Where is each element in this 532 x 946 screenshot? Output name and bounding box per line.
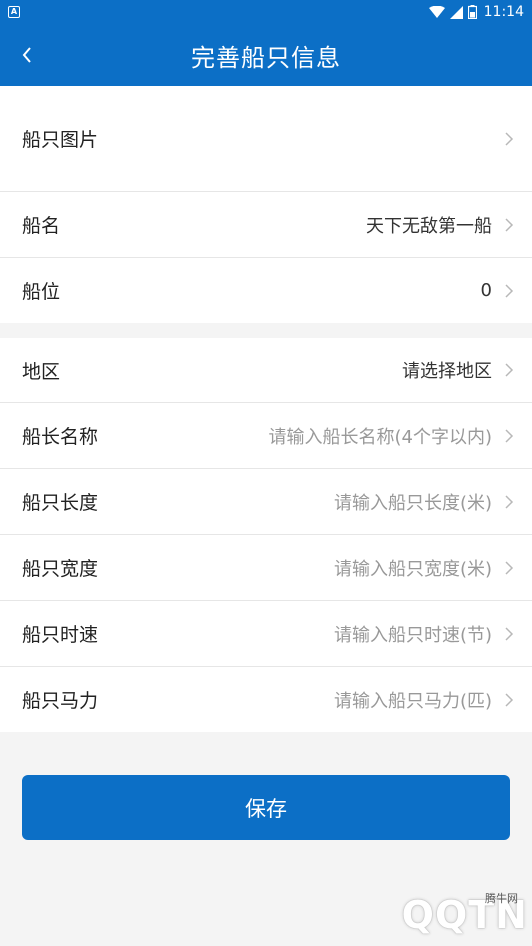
basic-info-section: 船名 天下无敌第一船 船位 0 (0, 191, 532, 323)
ship-speed-input[interactable]: 请输入船只时速(节) (334, 621, 492, 647)
row-ship-name[interactable]: 船名 天下无敌第一船 (0, 192, 532, 258)
row-ship-width[interactable]: 船只宽度 请输入船只宽度(米) (0, 535, 532, 601)
details-section: 地区 请选择地区 船长名称 请输入船长名称(4个字以内) 船只长度 请输入船只长… (0, 338, 532, 732)
row-label: 船长名称 (22, 426, 99, 448)
row-ship-speed[interactable]: 船只时速 请输入船只时速(节) (0, 601, 532, 667)
region-value: 请选择地区 (402, 361, 492, 382)
row-region[interactable]: 地区 请选择地区 (0, 338, 532, 403)
back-arrow-icon (22, 47, 31, 63)
row-ship-position[interactable]: 船位 0 (0, 258, 532, 323)
signal-icon (449, 5, 463, 19)
row-label: 船只图片 (22, 129, 99, 151)
ship-position-value: 0 (480, 280, 492, 301)
ship-length-input[interactable]: 请输入船只长度(米) (334, 489, 492, 515)
row-label: 船只时速 (22, 624, 99, 646)
battery-icon (467, 5, 477, 19)
chevron-right-icon (505, 217, 514, 232)
row-label: 地区 (22, 360, 61, 383)
chevron-right-icon (505, 363, 514, 377)
row-label: 船名 (22, 215, 61, 237)
row-ship-length[interactable]: 船只长度 请输入船只长度(米) (0, 469, 532, 535)
ship-width-input[interactable]: 请输入船只宽度(米) (334, 555, 492, 581)
captain-name-input[interactable]: 请输入船长名称(4个字以内) (269, 423, 493, 449)
chevron-right-icon (505, 131, 514, 146)
photo-section: 船只图片 (0, 86, 532, 191)
wifi-icon (428, 5, 445, 18)
row-ship-horsepower[interactable]: 船只马力 请输入船只马力(匹) (0, 667, 532, 732)
watermark-sub: 腾牛网 (485, 892, 518, 905)
app-notification-icon: A (8, 6, 20, 18)
chevron-right-icon (505, 494, 514, 509)
row-label: 船位 (22, 281, 61, 303)
row-label: 船只宽度 (22, 558, 99, 580)
page-title: 完善船只信息 (191, 43, 341, 72)
status-time: 11:14 (483, 4, 524, 20)
row-ship-photo[interactable]: 船只图片 (0, 86, 532, 191)
row-label: 船只长度 (22, 492, 99, 514)
status-bar: A 11:14 (0, 0, 532, 24)
ship-horsepower-input[interactable]: 请输入船只马力(匹) (334, 687, 492, 713)
chevron-right-icon (505, 428, 514, 443)
save-button[interactable]: 保存 (22, 775, 510, 840)
back-button[interactable] (10, 38, 44, 72)
chevron-right-icon (505, 692, 514, 707)
app-header: 完善船只信息 (0, 24, 532, 86)
row-captain-name[interactable]: 船长名称 请输入船长名称(4个字以内) (0, 403, 532, 469)
chevron-right-icon (505, 560, 514, 575)
chevron-right-icon (505, 626, 514, 641)
watermark: 腾牛网 QQTN (318, 890, 528, 940)
ship-name-value: 天下无敌第一船 (366, 215, 492, 237)
row-label: 船只马力 (22, 690, 99, 712)
chevron-right-icon (505, 283, 514, 298)
